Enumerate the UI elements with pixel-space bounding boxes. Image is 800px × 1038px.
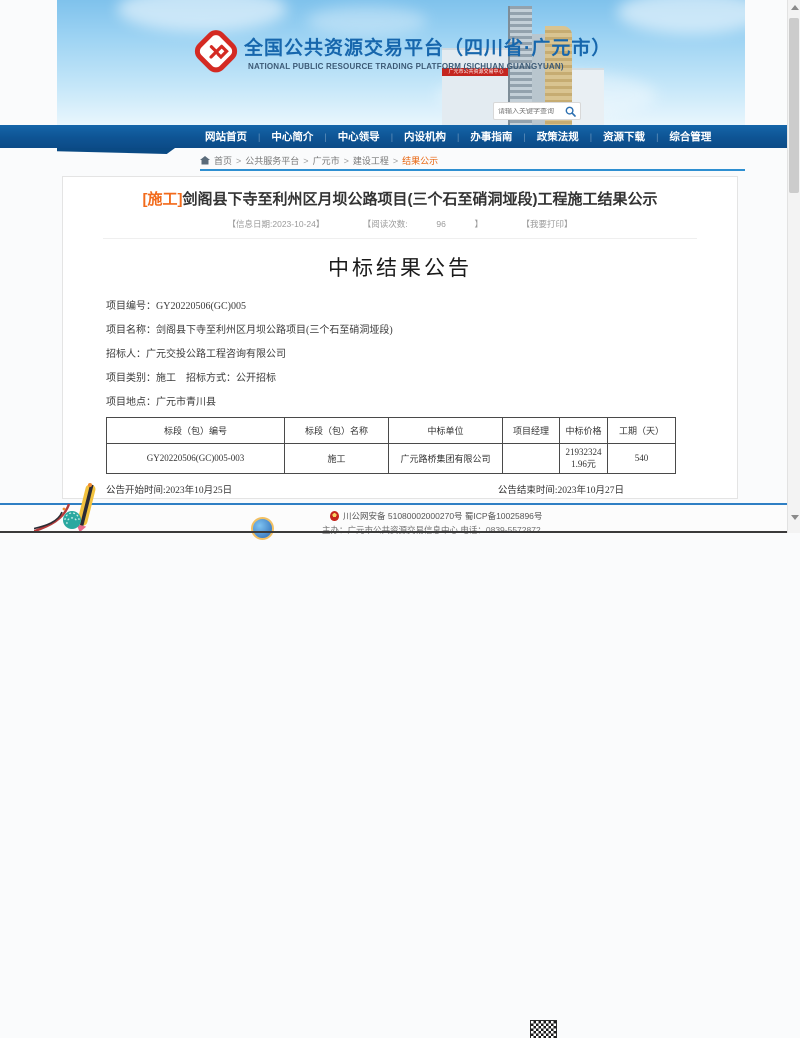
main-nav: 网站首页 中心简介 中心领导 内设机构 办事指南 政策法规 资源下载 综合管理	[0, 125, 790, 148]
col-header-section-code: 标段（包）编号	[107, 417, 285, 443]
field-project-location: 项目地点：广元市青川县	[106, 393, 737, 408]
breadcrumb: 首页 公共服务平台 广元市 建设工程 结果公示	[200, 153, 438, 167]
views-count: 96	[436, 219, 445, 229]
nav-item-home[interactable]: 网站首页	[205, 129, 247, 144]
notice-title: 中标结果公告	[63, 252, 737, 282]
notice-times: 公告开始时间:2023年10月25日 公告结束时间:2023年10月27日	[106, 482, 694, 496]
table-header-row: 标段（包）编号 标段（包）名称 中标单位 项目经理 中标价格 工期（天）	[107, 417, 676, 443]
search-box	[493, 102, 581, 120]
cell-duration: 540	[608, 443, 676, 473]
nav-item-downloads[interactable]: 资源下载	[603, 129, 645, 144]
home-icon	[200, 156, 210, 165]
field-project-name: 项目名称：剑阁县下寺至利州区月坝公路项目(三个石至硝洞垭段)	[106, 321, 737, 336]
search-input[interactable]	[498, 108, 562, 115]
article-meta: 【信息日期:2023-10-24】 【阅读次数: 96 】 【我要打印】	[103, 218, 696, 239]
nav-item-service-guide[interactable]: 办事指南	[470, 129, 512, 144]
field-tenderer: 招标人：广元交投公路工程咨询有限公司	[106, 345, 737, 360]
award-result-table: 标段（包）编号 标段（包）名称 中标单位 项目经理 中标价格 工期（天） GY2…	[106, 417, 676, 474]
nav-item-center-leaders[interactable]: 中心领导	[338, 129, 380, 144]
nav-ribbon-fold	[57, 148, 175, 154]
cloud-decoration	[307, 6, 427, 36]
breadcrumb-result-notice: 结果公示	[402, 154, 438, 167]
notice-end-time: 公告结束时间:2023年10月27日	[498, 482, 624, 496]
page-footer: 川公网安备 51080002000270号 蜀ICP备10025896号 主办：…	[0, 503, 800, 533]
beian-registration: 川公网安备 51080002000270号 蜀ICP备10025896号	[330, 510, 542, 522]
cell-section-name: 施工	[285, 443, 389, 473]
site-logo-icon	[193, 28, 239, 76]
nav-item-admin[interactable]: 综合管理	[669, 129, 711, 144]
qr-code	[531, 1021, 556, 1038]
field-project-type: 项目类别：施工 招标方式：公开招标	[106, 369, 737, 384]
nav-item-policies[interactable]: 政策法规	[537, 129, 579, 144]
breadcrumb-construction[interactable]: 建设工程	[353, 154, 402, 167]
footer-host-info: 主办：广元市公共资源交易信息中心 电话：0839-5572872	[322, 524, 541, 536]
col-header-manager: 项目经理	[503, 417, 560, 443]
scrollbar-thumb[interactable]	[789, 18, 799, 193]
article-title: [施工]剑阁县下寺至利州区月坝公路项目(三个石至硝洞垭段)工程施工结果公示	[90, 189, 710, 211]
cell-section-code: GY20220506(GC)005-003	[107, 443, 285, 473]
nav-item-center-intro[interactable]: 中心简介	[271, 129, 313, 144]
meta-date: 【信息日期:2023-10-24】	[228, 219, 325, 229]
scrollbar-down-arrow-icon[interactable]	[791, 515, 799, 520]
col-header-duration: 工期（天）	[608, 417, 676, 443]
meta-views: 【阅读次数: 96 】	[351, 219, 495, 229]
article-panel: [施工]剑阁县下寺至利州区月坝公路项目(三个石至硝洞垭段)工程施工结果公示 【信…	[62, 176, 738, 499]
scrollbar-up-arrow-icon[interactable]	[791, 5, 799, 10]
breadcrumb-home[interactable]: 首页	[214, 154, 245, 167]
page-scrollbar[interactable]	[787, 0, 800, 533]
gov-site-badge-icon	[251, 517, 274, 540]
site-banner: 广元市公共资源交易中心 全国公共资源交易平台（四川省·广元市） NATIONAL…	[57, 0, 745, 125]
table-row: GY20220506(GC)005-003 施工 广元路桥集团有限公司 2193…	[107, 443, 676, 473]
cell-winner: 广元路桥集团有限公司	[389, 443, 503, 473]
field-project-code: 项目编号：GY20220506(GC)005	[106, 297, 737, 312]
cell-manager	[503, 443, 560, 473]
cell-price: 219323241.96元	[560, 443, 608, 473]
breadcrumb-public-service[interactable]: 公共服务平台	[245, 154, 312, 167]
site-subtitle: NATIONAL PUBLIC RESOURCE TRADING PLATFOR…	[248, 62, 564, 71]
notice-start-time: 公告开始时间:2023年10月25日	[106, 482, 232, 496]
search-icon[interactable]	[565, 106, 576, 117]
project-fields: 项目编号：GY20220506(GC)005 项目名称：剑阁县下寺至利州区月坝公…	[106, 297, 737, 408]
cloud-decoration	[617, 0, 745, 34]
article-title-text: 剑阁县下寺至利州区月坝公路项目(三个石至硝洞垭段)工程施工结果公示	[182, 191, 657, 208]
breadcrumb-guangyuan[interactable]: 广元市	[313, 154, 353, 167]
col-header-price: 中标价格	[560, 417, 608, 443]
article-tag: [施工]	[142, 191, 182, 208]
pencil-doodle-decoration	[34, 482, 114, 533]
breadcrumb-underline	[200, 169, 745, 171]
site-title: 全国公共资源交易平台（四川省·广元市）	[244, 33, 611, 60]
police-emblem-icon	[330, 511, 339, 521]
print-button[interactable]: 【我要打印】	[521, 219, 572, 229]
col-header-section-name: 标段（包）名称	[285, 417, 389, 443]
nav-item-departments[interactable]: 内设机构	[404, 129, 446, 144]
col-header-winner: 中标单位	[389, 417, 503, 443]
